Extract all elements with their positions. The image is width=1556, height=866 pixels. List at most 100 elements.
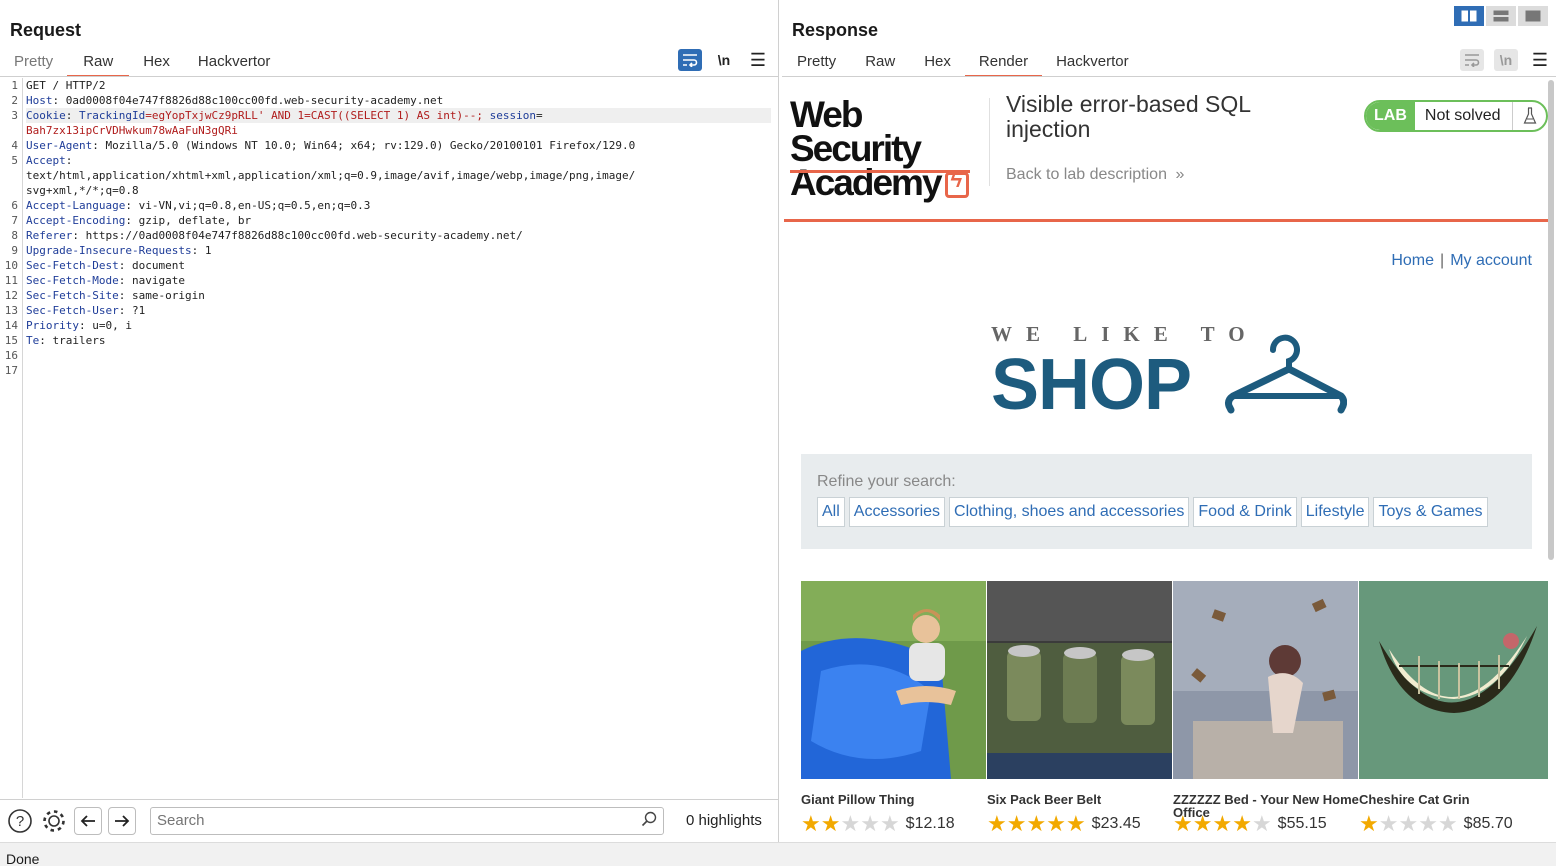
filter-accessories[interactable]: Accessories — [848, 497, 946, 527]
newline-icon[interactable]: \n — [712, 49, 736, 71]
tab-render[interactable]: Render — [964, 53, 1043, 77]
code-line[interactable]: Bah7zx13ipCrVDHwkum78wAaFuN3gQRi — [26, 123, 771, 138]
back-link-label: Back to lab description — [1006, 166, 1167, 183]
tab-hackvertor[interactable]: Hackvertor — [1042, 53, 1143, 77]
wrap-icon[interactable] — [1460, 49, 1484, 71]
settings-gear-icon[interactable] — [40, 807, 68, 835]
code-line[interactable]: User-Agent: Mozilla/5.0 (Windows NT 10.0… — [26, 138, 771, 153]
product-card[interactable]: ZZZZZZ Bed - Your New Home Office ★ ★ ★ ★ ★ $… — [1173, 581, 1359, 835]
code-line[interactable]: Referer: https://0ad0008f04e747f8826d88c… — [26, 228, 771, 243]
star-empty-icon: ★ — [860, 811, 880, 836]
header-separator: : — [125, 199, 139, 212]
render-scrollbar[interactable] — [1548, 80, 1554, 560]
product-image-zzzzzz-bed[interactable] — [1173, 581, 1358, 779]
filter-clothing[interactable]: Clothing, shoes and accessories — [949, 497, 1190, 527]
header-value: 1 — [204, 244, 212, 257]
product-price: $55.15 — [1277, 815, 1327, 832]
star-filled-icon: ★ — [1026, 811, 1047, 836]
nav-my-account-link[interactable]: My account — [1450, 252, 1532, 269]
code-line[interactable]: Host: 0ad0008f04e747f8826d88c100cc00fd.w… — [26, 93, 771, 108]
side-by-side-layout-icon[interactable] — [1454, 6, 1484, 26]
academy-bolt-icon — [944, 163, 969, 199]
code-line[interactable]: Sec-Fetch-Mode: navigate — [26, 273, 771, 288]
product-image-six-pack-beer-belt[interactable] — [987, 581, 1172, 779]
header-separator: : — [118, 289, 132, 302]
tab-raw[interactable]: Raw — [67, 53, 130, 77]
newline-icon[interactable]: \n — [1494, 49, 1518, 71]
next-match-button[interactable] — [108, 806, 136, 835]
code-line[interactable]: Accept-Encoding: gzip, deflate, br — [26, 213, 771, 228]
highlights-count: 0 highlights — [686, 812, 762, 829]
wrap-icon[interactable] — [678, 49, 702, 71]
response-tabs: Pretty Raw Hex Render Hackvertor — [783, 53, 1143, 77]
code-line[interactable]: Accept-Language: vi-VN,vi;q=0.8,en-US;q=… — [26, 198, 771, 213]
web-security-academy-logo[interactable]: Web Security Academy — [790, 96, 990, 201]
line-number: 15 — [4, 334, 18, 347]
code-line[interactable]: Upgrade-Insecure-Requests: 1 — [26, 243, 771, 258]
code-token: Cookie — [26, 109, 66, 122]
tab-hex[interactable]: Hex — [129, 53, 184, 77]
header-name: Priority — [26, 319, 79, 332]
code-line[interactable]: Sec-Fetch-Dest: document — [26, 258, 771, 273]
code-line[interactable]: Accept: — [26, 153, 771, 168]
filter-toys-games[interactable]: Toys & Games — [1373, 497, 1488, 527]
code-line[interactable]: Te: trailers — [26, 333, 771, 348]
tab-hex[interactable]: Hex — [910, 53, 965, 77]
search-input[interactable] — [157, 812, 641, 829]
menu-icon[interactable]: ☰ — [1528, 49, 1552, 71]
search-field[interactable] — [150, 806, 664, 835]
help-icon[interactable]: ? — [6, 807, 34, 835]
refine-search-label: Refine your search: — [817, 473, 956, 490]
filter-lifestyle[interactable]: Lifestyle — [1300, 497, 1370, 527]
request-editor-tools: \n ☰ — [678, 49, 770, 71]
product-image-giant-pillow[interactable] — [801, 581, 986, 779]
logo-underline — [790, 170, 970, 173]
code-line[interactable]: Sec-Fetch-Site: same-origin — [26, 288, 771, 303]
product-card[interactable]: Six Pack Beer Belt ★ ★ ★ ★ ★ $23.45 — [987, 581, 1173, 835]
lab-status-text: Not solved — [1424, 107, 1501, 124]
tab-raw[interactable]: Raw — [850, 53, 910, 77]
code-line[interactable] — [26, 348, 771, 363]
code-line[interactable]: Cookie: TrackingId=egYopTxjwCz9pRLL' AND… — [26, 108, 771, 123]
previous-match-button[interactable] — [74, 806, 102, 835]
code-line[interactable]: svg+xml,*/*;q=0.8 — [26, 183, 771, 198]
category-filters: All Accessories Clothing, shoes and acce… — [817, 497, 1488, 527]
header-name: Accept — [26, 154, 66, 167]
tabbed-layout-icon[interactable] — [1518, 6, 1548, 26]
request-tabs: Pretty Raw Hex Hackvertor — [0, 53, 284, 77]
line-number: 6 — [11, 199, 18, 212]
code-line[interactable]: GET / HTTP/2 — [26, 78, 771, 93]
product-rating: ★ ★ ★ ★ ★ $23.45 — [987, 813, 1173, 835]
request-search-bar: ? 0 highlights — [0, 799, 779, 841]
header-name: Sec-Fetch-Site — [26, 289, 119, 302]
product-rating: ★ ★ ★ ★ ★ $12.18 — [801, 813, 987, 835]
nav-home-link[interactable]: Home — [1391, 252, 1434, 269]
line-number: 7 — [11, 214, 18, 227]
request-code[interactable]: GET / HTTP/2 Host: 0ad0008f04e747f8826d88… — [26, 78, 771, 378]
tab-pretty[interactable]: Pretty — [0, 53, 67, 77]
line-number-gutter: 1 2 3 4 5 6 7 8 9 10 11 12 13 14 15 16 17 — [0, 78, 23, 798]
tab-hackvertor[interactable]: Hackvertor — [184, 53, 285, 77]
stacked-layout-icon[interactable] — [1486, 6, 1516, 26]
product-card[interactable]: Giant Pillow Thing ★ ★ ★ ★ ★ $12.18 — [801, 581, 987, 835]
code-token: = — [535, 109, 543, 122]
header-name: User-Agent — [26, 139, 93, 152]
top-navigation: Home | My account — [1391, 252, 1532, 270]
filter-all[interactable]: All — [817, 497, 845, 527]
product-card[interactable]: Cheshire Cat Grin ★ ★ ★ ★ ★ $85.70 — [1359, 581, 1548, 835]
code-line[interactable] — [26, 363, 771, 378]
code-line[interactable]: text/html,application/xhtml+xml,applicat… — [26, 168, 771, 183]
star-filled-icon: ★ — [1192, 811, 1213, 836]
menu-icon[interactable]: ☰ — [746, 49, 770, 71]
header-value: document — [131, 259, 185, 272]
back-to-lab-description-link[interactable]: Back to lab description » — [1006, 166, 1184, 184]
header-separator: : — [65, 154, 73, 167]
request-editor[interactable]: 1 2 3 4 5 6 7 8 9 10 11 12 13 14 15 16 17 GET / HTTP/2 Ho… — [0, 78, 778, 798]
tab-pretty[interactable]: Pretty — [783, 53, 850, 77]
code-token: =egYopTxjwCz9pRLL' AND 1=CAST((SELECT 1)… — [145, 109, 490, 122]
filter-food-drink[interactable]: Food & Drink — [1193, 497, 1297, 527]
code-line[interactable]: Sec-Fetch-User: ?1 — [26, 303, 771, 318]
product-image-cheshire-cat-grin[interactable] — [1359, 581, 1548, 779]
code-line[interactable]: Priority: u=0, i — [26, 318, 771, 333]
request-pane: Request Pretty Raw Hex Hackvertor \n ☰ 1… — [0, 0, 779, 842]
